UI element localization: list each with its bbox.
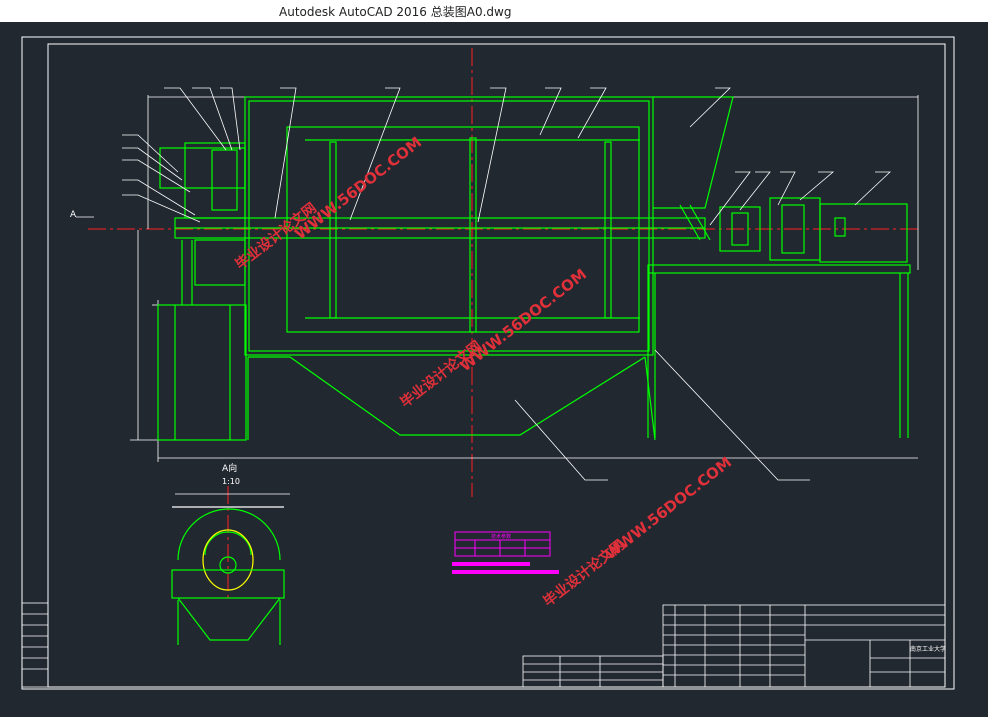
parameter-table-title: 技术参数 [491,533,511,540]
watermarks: WWW.56DOC.COM 毕业设计论文网 WWW.56DOC.COM 毕业设计… [232,133,735,610]
screen-drum-assembly [157,96,911,441]
revision-block [21,602,49,688]
university-name: 南京工业大学 [910,645,946,653]
window-titlebar: Autodesk AutoCAD 2016 总装图A0.dwg [0,0,988,22]
window-title: Autodesk AutoCAD 2016 总装图A0.dwg [279,5,512,19]
section-scale: 1:10 [222,477,240,486]
leader-lines [122,87,892,481]
view-label: A [70,210,77,220]
drawing-canvas[interactable]: A A向 1:10 技术参数 南京工业大学 WWW.56DOC.COM 毕业设计… [0,22,988,713]
watermark-url-1: WWW.56DOC.COM [291,133,425,243]
drawing-border [21,36,955,690]
section-title: A向 [222,462,237,474]
view-arrow: A [70,210,94,220]
title-block [522,604,946,688]
